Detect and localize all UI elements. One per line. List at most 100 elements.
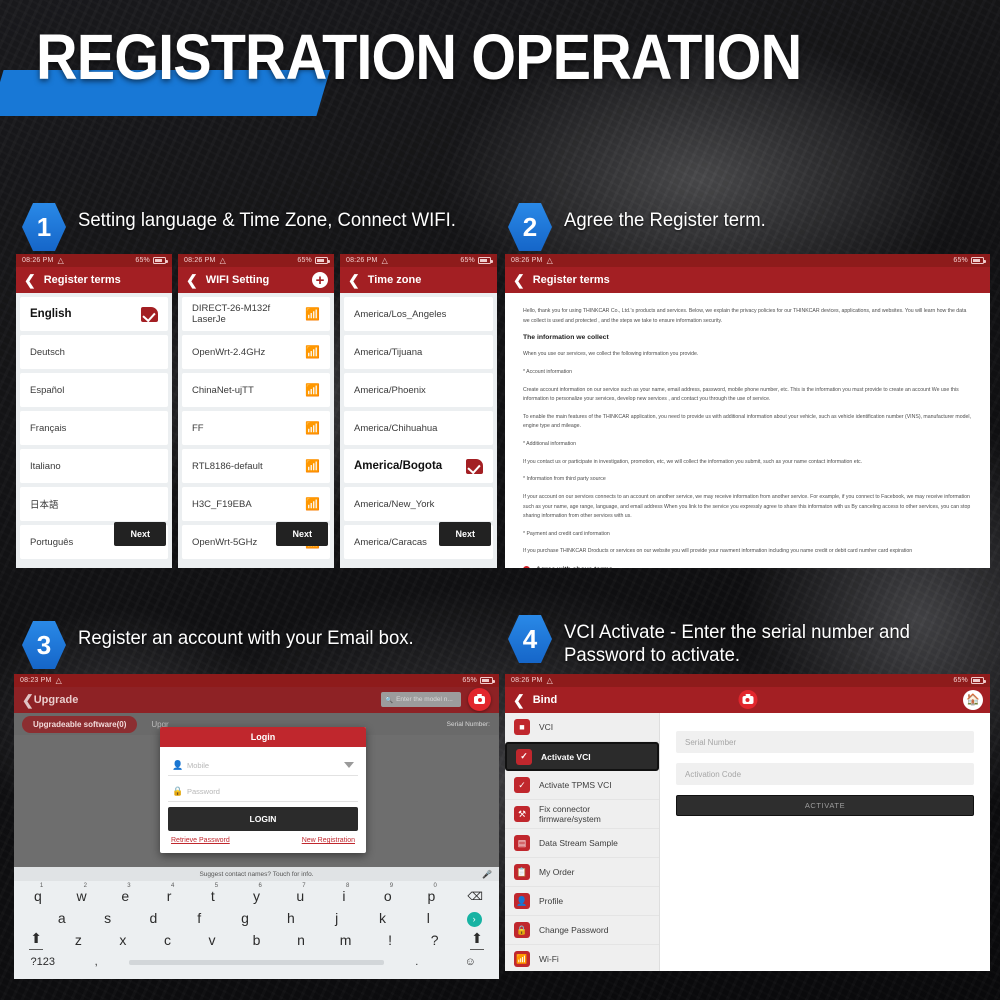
list-item[interactable]: America/Phoenix: [344, 373, 493, 407]
key-v[interactable]: v: [190, 932, 235, 948]
search-input[interactable]: 🔍 Enter the model n...: [381, 692, 461, 707]
sidebar-item-activate-tpms-vci[interactable]: ✓ Activate TPMS VCI: [505, 771, 659, 800]
tab-upgradeable-software[interactable]: Upgradeable software(0): [22, 715, 138, 733]
key-s[interactable]: s: [85, 910, 131, 926]
next-button[interactable]: Next: [439, 522, 491, 546]
numeric-key[interactable]: ?123: [16, 956, 69, 968]
battery-percent: 65%: [953, 257, 968, 264]
microphone-icon[interactable]: 🎤: [482, 870, 492, 879]
login-button[interactable]: LOGIN: [168, 807, 358, 831]
list-item[interactable]: Deutsch: [20, 335, 168, 369]
new-registration-link[interactable]: New Registration: [302, 837, 355, 844]
screenshot-camera-button[interactable]: [738, 690, 757, 709]
key-j[interactable]: j: [314, 910, 360, 926]
key-z[interactable]: z: [56, 932, 101, 948]
key-o[interactable]: 9o: [366, 883, 410, 904]
back-icon[interactable]: ❮: [22, 693, 34, 707]
key-c[interactable]: c: [145, 932, 190, 948]
backspace-icon[interactable]: ⌫: [453, 890, 497, 903]
back-icon[interactable]: ❮: [513, 273, 525, 287]
key-l[interactable]: l: [405, 910, 451, 926]
retrieve-password-link[interactable]: Retrieve Password: [171, 837, 230, 844]
key-n[interactable]: n: [279, 932, 324, 948]
emoji-key[interactable]: ☺: [444, 956, 497, 968]
list-item[interactable]: Italiano: [20, 449, 168, 483]
enter-key[interactable]: ›: [451, 909, 497, 927]
sidebar-item-wifi[interactable]: 📶 Wi-Fi: [505, 945, 659, 971]
key-x[interactable]: x: [101, 932, 146, 948]
list-item[interactable]: America/Tijuana: [344, 335, 493, 369]
account-field[interactable]: 👤 Mobile: [168, 755, 358, 776]
sidebar-item-profile[interactable]: 👤 Profile: [505, 887, 659, 916]
key-u[interactable]: 7u: [278, 883, 322, 904]
key-r[interactable]: 4r: [147, 883, 191, 904]
wifi-status-icon: △: [219, 256, 226, 265]
sidebar-item-my-order[interactable]: 📋 My Order: [505, 858, 659, 887]
list-item[interactable]: ChinaNet-ujTT 📶: [182, 373, 330, 407]
list-item[interactable]: 日本語: [20, 487, 168, 521]
timezone-label: America/Tijuana: [354, 346, 423, 358]
list-item[interactable]: H3C_F19EBA 📶: [182, 487, 330, 521]
activate-button[interactable]: ACTIVATE: [676, 795, 974, 816]
space-key[interactable]: [123, 959, 390, 965]
sidebar-item-activate-vci[interactable]: ✓ Activate VCI: [505, 742, 659, 771]
list-item[interactable]: America/Chihuahua: [344, 411, 493, 445]
key-d[interactable]: d: [131, 910, 177, 926]
back-icon[interactable]: ❮: [186, 273, 198, 287]
chevron-down-icon[interactable]: [344, 762, 354, 768]
sidebar-item-vci[interactable]: ■ VCI: [505, 713, 659, 742]
key-f[interactable]: f: [176, 910, 222, 926]
keyboard-suggestion-bar[interactable]: Suggest contact names? Touch for info. 🎤: [14, 867, 499, 881]
key-k[interactable]: k: [360, 910, 406, 926]
step-label-4: VCI Activate - Enter the serial number a…: [564, 621, 910, 666]
list-item[interactable]: FF 📶: [182, 411, 330, 445]
sidebar-item-fix-connector-firmware[interactable]: ⚒ Fix connector firmware/system: [505, 800, 659, 829]
add-network-icon[interactable]: +: [312, 272, 328, 288]
list-item[interactable]: DIRECT-26-M132f LaserJe 📶: [182, 297, 330, 331]
key-t[interactable]: 5t: [191, 883, 235, 904]
home-button[interactable]: 🏠: [963, 689, 983, 710]
list-item[interactable]: English: [20, 297, 168, 331]
key-y[interactable]: 6y: [235, 883, 279, 904]
list-item[interactable]: RTL8186-default 📶: [182, 449, 330, 483]
list-item[interactable]: America/Bogota: [344, 449, 493, 483]
key-b[interactable]: b: [234, 932, 279, 948]
list-item[interactable]: OpenWrt-2.4GHz 📶: [182, 335, 330, 369]
next-button[interactable]: Next: [276, 522, 328, 546]
key-label: q: [33, 888, 42, 904]
list-item[interactable]: America/Los_Angeles: [344, 297, 493, 331]
key-q[interactable]: 1q: [16, 883, 60, 904]
key-exclamation[interactable]: !: [368, 932, 413, 948]
screenshot-camera-button[interactable]: [468, 688, 491, 711]
terms-paragraph: * Payment and credit card information: [523, 530, 610, 537]
key-w[interactable]: 2w: [60, 883, 104, 904]
shift-key[interactable]: ⬆: [16, 930, 56, 951]
serial-number-input[interactable]: Serial Number: [676, 731, 974, 753]
key-i[interactable]: 8i: [322, 883, 366, 904]
activation-code-input[interactable]: Activation Code: [676, 763, 974, 785]
key-p[interactable]: 0p: [410, 883, 454, 904]
back-icon[interactable]: ❮: [513, 693, 525, 707]
radio-icon[interactable]: [523, 566, 530, 568]
key-g[interactable]: g: [222, 910, 268, 926]
shift-key-right[interactable]: ⬆: [457, 930, 497, 951]
back-icon[interactable]: ❮: [348, 273, 360, 287]
agree-checkbox-row[interactable]: Agree with above terms: [523, 566, 972, 568]
password-field[interactable]: 🔒 Password: [168, 781, 358, 802]
sidebar-item-change-password[interactable]: 🔒 Change Password: [505, 916, 659, 945]
lock-icon: 🔒: [514, 922, 530, 938]
list-item[interactable]: Español: [20, 373, 168, 407]
key-a[interactable]: a: [39, 910, 85, 926]
key-question[interactable]: ?: [412, 932, 457, 948]
next-button[interactable]: Next: [114, 522, 166, 546]
sidebar-item-data-stream-sample[interactable]: ▤ Data Stream Sample: [505, 829, 659, 858]
period-key[interactable]: .: [390, 956, 443, 968]
key-h[interactable]: h: [268, 910, 314, 926]
upgrade-app-bar: ❮ Upgrade 🔍 Enter the model n...: [14, 687, 499, 713]
key-e[interactable]: 3e: [103, 883, 147, 904]
comma-key[interactable]: ,: [69, 956, 122, 968]
key-m[interactable]: m: [323, 932, 368, 948]
list-item[interactable]: Français: [20, 411, 168, 445]
back-icon[interactable]: ❮: [24, 273, 36, 287]
list-item[interactable]: America/New_York: [344, 487, 493, 521]
